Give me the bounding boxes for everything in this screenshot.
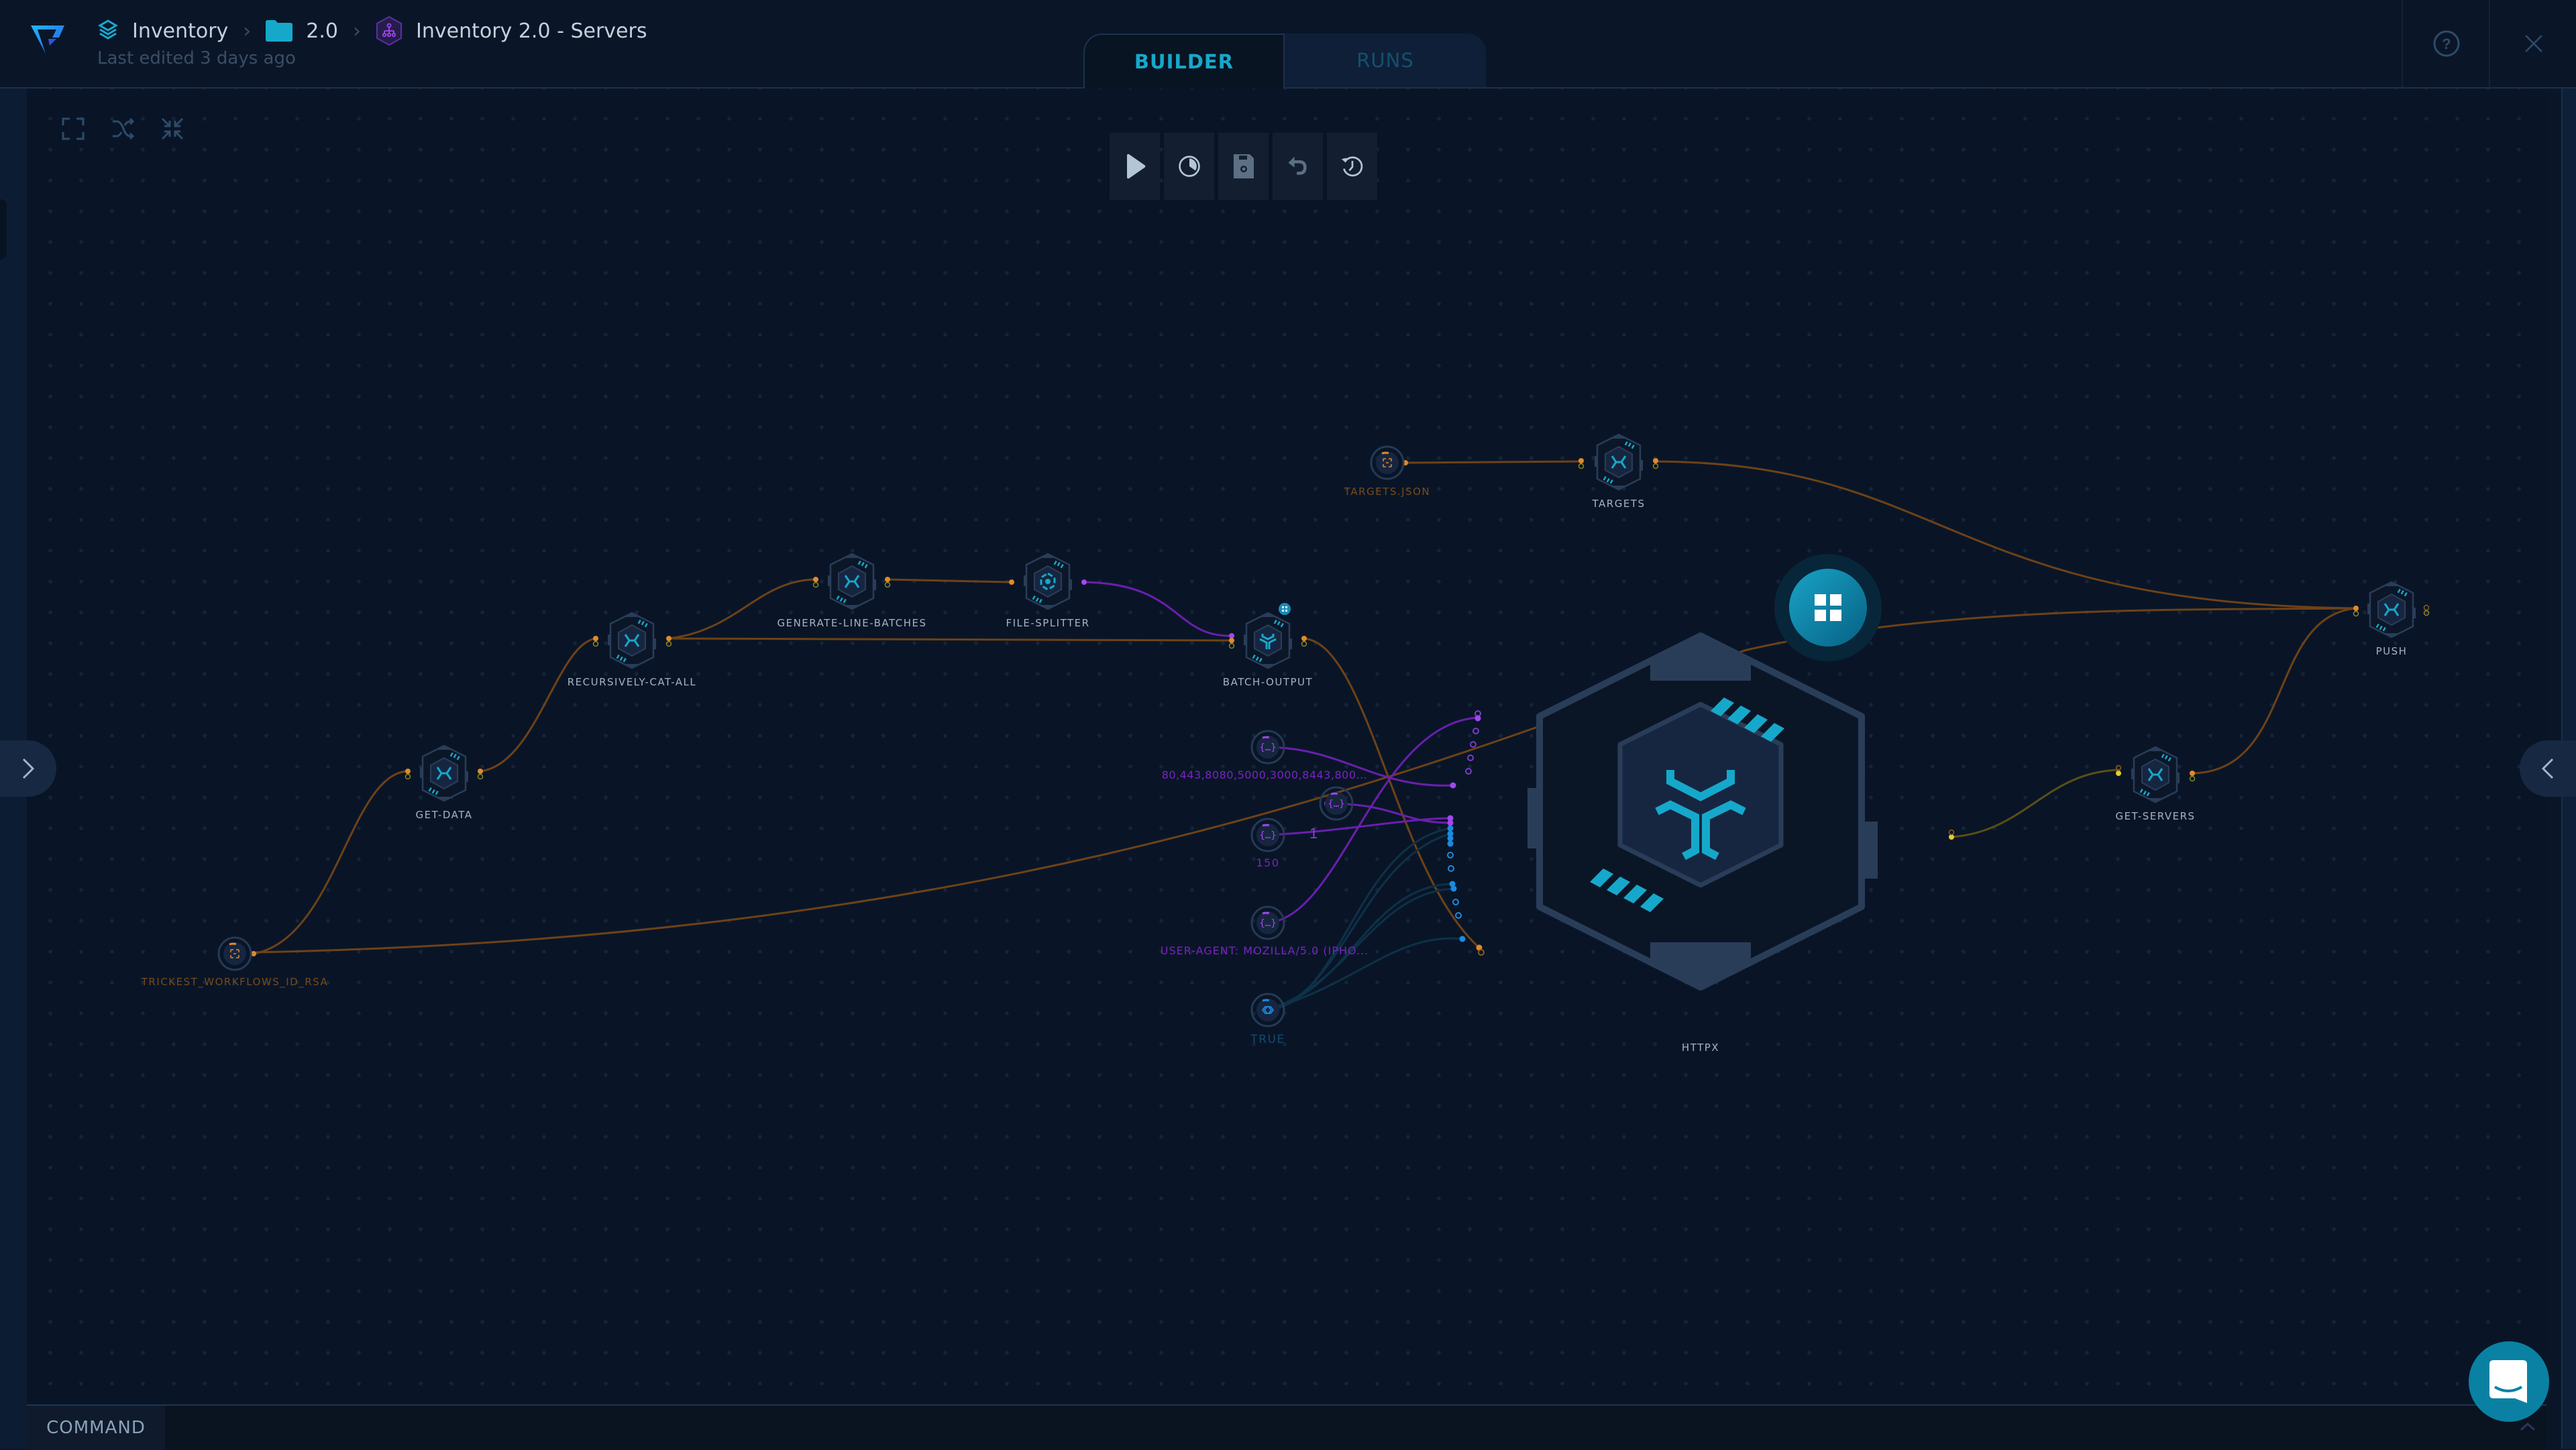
edge-rsa-to-get-data [253,770,407,955]
edge-recursive-to-batch [668,637,1232,642]
node-label: TRUE [1250,1033,1285,1046]
node-targets-json[interactable] [1367,443,1407,483]
string-icon: {…} [1259,742,1276,753]
node-label: GET-DATA [415,809,473,821]
chat-support-button[interactable] [2469,1341,2549,1422]
batch-badge-icon[interactable] [1278,602,1291,616]
node-targets[interactable] [1592,432,1646,492]
node-label: FILE-SPLITTER [1006,617,1090,629]
edges-layer: 1 [251,458,2430,1013]
bottom-panel: COMMAND [27,1404,2546,1450]
chevron-up-icon[interactable] [2520,1422,2536,1431]
node-label: USER-AGENT: MOZILLA/5.0 (IPHO... [1160,944,1369,957]
node-file-splitter[interactable] [1021,551,1075,612]
node-label: PUSH [2375,645,2408,657]
node-get-servers[interactable] [2129,744,2182,805]
string-icon: {…} [1259,918,1276,929]
string-icon: {…} [1328,799,1344,810]
chat-icon [2489,1360,2527,1403]
node-unnamed-param[interactable]: {…} [1316,783,1356,824]
edge-targets-to-push [1655,460,2357,610]
edge-recursive-to-glb [668,578,816,640]
edge-httpx-to-get-servers [1951,769,2121,838]
edge-glb-to-file-splitter [887,578,1012,583]
node-push[interactable] [2365,579,2418,640]
node-label: TARGETS.JSON [1344,486,1431,498]
node-ports-param[interactable]: {…} [1248,727,1288,767]
node-label: BATCH-OUTPUT [1222,676,1313,688]
grid-icon [1815,594,1841,621]
node-recursively-cat-all[interactable] [605,610,659,671]
node-httpx[interactable] [1519,617,1882,1006]
command-tab[interactable]: COMMAND [27,1406,165,1450]
edge-annotation: 1 [1309,825,1318,842]
node-true-param[interactable] [1248,990,1288,1030]
node-user-agent-param[interactable]: {…} [1248,903,1288,943]
edge-user-agent-to-httpx [1266,716,1479,924]
edge-file-splitter-to-batch [1083,581,1232,637]
edge-get-data-to-recursive [480,637,596,773]
node-label: TARGETS [1592,498,1646,510]
node-label: GET-SERVERS [2115,810,2196,822]
node-label: 80,443,8080,5000,3000,8443,800... [1161,769,1368,781]
edge-true-to-httpx-2 [1266,832,1452,1011]
node-label: 150 [1256,856,1280,869]
string-icon: {…} [1259,830,1276,841]
chevron-left-icon [2541,758,2554,779]
expand-left-panel-button[interactable] [0,740,56,797]
node-threads-param[interactable]: {…} [1248,815,1288,855]
batch-badge-button[interactable] [1774,554,1882,661]
node-label: RECURSIVELY-CAT-ALL [567,676,697,688]
chevron-right-icon [22,758,35,779]
edge-targets-json-to-targets [1405,460,1584,464]
node-generate-line-batches[interactable] [825,551,879,612]
node-trickest-rsa[interactable] [215,934,255,974]
node-label: GENERATE-LINE-BATCHES [777,617,927,629]
node-label: TRICKEST_WORKFLOWS_ID_RSA [141,976,329,988]
expand-right-panel-button[interactable] [2520,740,2576,797]
edge-get-servers-to-push [2192,607,2357,775]
port-dots [251,458,2430,1013]
node-get-data[interactable] [417,743,471,803]
node-label: HTTPX [1681,1042,1720,1054]
node-batch-output[interactable] [1241,610,1295,671]
